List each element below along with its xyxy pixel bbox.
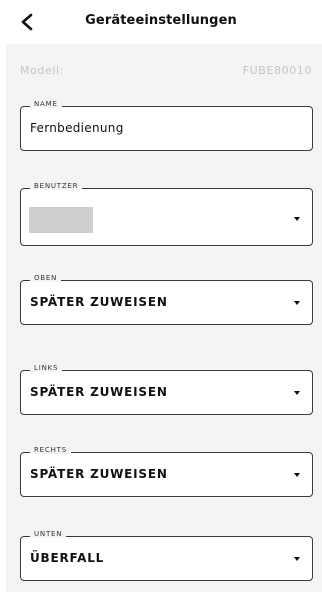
- model-value: FUBE80010: [242, 64, 312, 77]
- top-bar: Geräteeinstellungen: [0, 0, 322, 44]
- benutzer-value-placeholder: [29, 207, 93, 233]
- unten-select-label: UNTEN: [30, 530, 67, 538]
- unten-select[interactable]: UNTEN ÜBERFALL: [20, 530, 313, 581]
- links-select-value: SPÄTER ZUWEISEN: [30, 385, 168, 399]
- page-title: Geräteeinstellungen: [85, 13, 237, 28]
- name-field-label: NAME: [30, 100, 62, 108]
- model-row: Modell: FUBE80010: [20, 64, 312, 80]
- name-field-value: Fernbedienung: [30, 121, 124, 135]
- benutzer-select-label: BENUTZER: [30, 182, 83, 190]
- chevron-down-icon: [294, 217, 300, 221]
- links-select-label: LINKS: [30, 364, 63, 372]
- settings-panel: Modell: FUBE80010 NAME Fernbedienung BEN…: [6, 44, 322, 592]
- rechts-select-value: SPÄTER ZUWEISEN: [30, 467, 168, 481]
- chevron-down-icon: [294, 391, 300, 395]
- rechts-select[interactable]: RECHTS SPÄTER ZUWEISEN: [20, 446, 313, 497]
- oben-select-value: SPÄTER ZUWEISEN: [30, 295, 168, 309]
- chevron-down-icon: [294, 473, 300, 477]
- benutzer-select[interactable]: BENUTZER: [20, 182, 313, 246]
- model-label: Modell:: [20, 64, 64, 77]
- chevron-down-icon: [294, 557, 300, 561]
- oben-select[interactable]: OBEN SPÄTER ZUWEISEN: [20, 274, 313, 325]
- name-field[interactable]: NAME Fernbedienung: [20, 100, 313, 151]
- unten-select-value: ÜBERFALL: [30, 551, 105, 565]
- chevron-down-icon: [294, 301, 300, 305]
- links-select[interactable]: LINKS SPÄTER ZUWEISEN: [20, 364, 313, 415]
- rechts-select-label: RECHTS: [30, 446, 71, 454]
- oben-select-label: OBEN: [30, 274, 62, 282]
